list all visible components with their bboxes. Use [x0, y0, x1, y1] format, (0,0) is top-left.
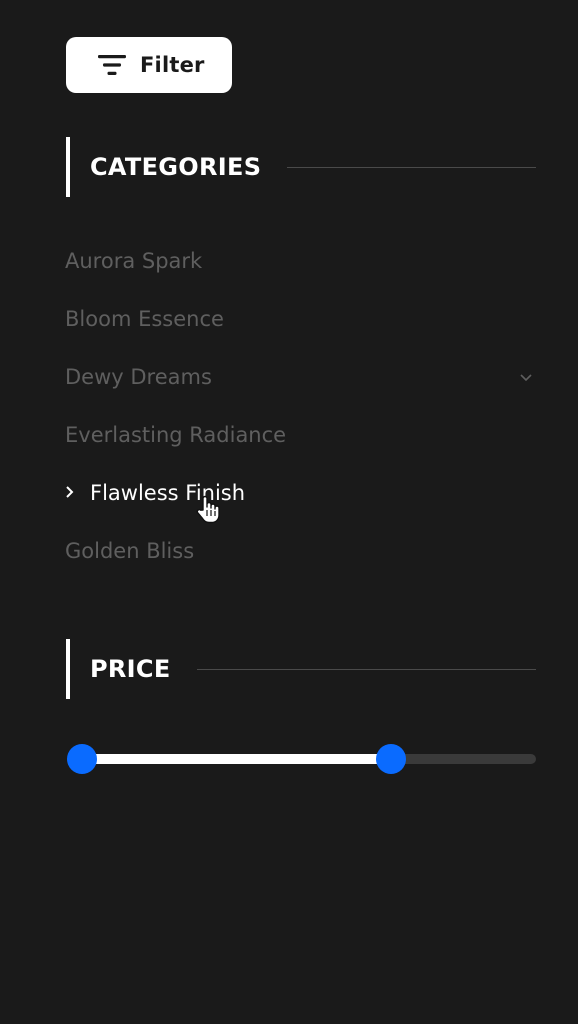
category-item-everlasting-radiance[interactable]: Everlasting Radiance — [65, 406, 535, 464]
price-range-slider[interactable] — [66, 743, 536, 775]
category-item-bloom-essence[interactable]: Bloom Essence — [65, 290, 535, 348]
price-section-header: PRICE — [66, 639, 536, 699]
category-item-aurora-spark[interactable]: Aurora Spark — [65, 232, 535, 290]
section-accent-bar — [66, 137, 70, 197]
categories-section-header: CATEGORIES — [66, 137, 536, 197]
category-list: Aurora Spark Bloom Essence Dewy Dreams E… — [65, 232, 535, 580]
section-accent-bar — [66, 639, 70, 699]
slider-min-handle[interactable] — [67, 744, 97, 774]
category-label: Bloom Essence — [65, 307, 224, 331]
chevron-down-icon[interactable] — [519, 373, 533, 383]
category-item-dewy-dreams[interactable]: Dewy Dreams — [65, 348, 535, 406]
slider-selected-range — [82, 754, 391, 764]
filter-lines-icon — [98, 55, 126, 75]
categories-title: CATEGORIES — [90, 153, 262, 181]
hand-pointer-cursor-icon — [196, 495, 220, 524]
category-label: Aurora Spark — [65, 249, 203, 273]
category-label: Everlasting Radiance — [65, 423, 287, 447]
category-item-flawless-finish[interactable]: Flawless Finish — [65, 464, 535, 524]
category-item-golden-bliss[interactable]: Golden Bliss — [65, 522, 535, 580]
chevron-right-icon — [66, 486, 74, 498]
section-divider — [287, 166, 536, 168]
category-label: Flawless Finish — [90, 481, 246, 505]
category-label: Dewy Dreams — [65, 365, 212, 389]
section-divider — [196, 668, 536, 670]
category-label: Golden Bliss — [65, 539, 195, 563]
filter-button[interactable]: Filter — [66, 37, 232, 93]
slider-max-handle[interactable] — [375, 744, 406, 774]
price-title: PRICE — [90, 655, 171, 683]
filter-button-label: Filter — [140, 53, 205, 77]
